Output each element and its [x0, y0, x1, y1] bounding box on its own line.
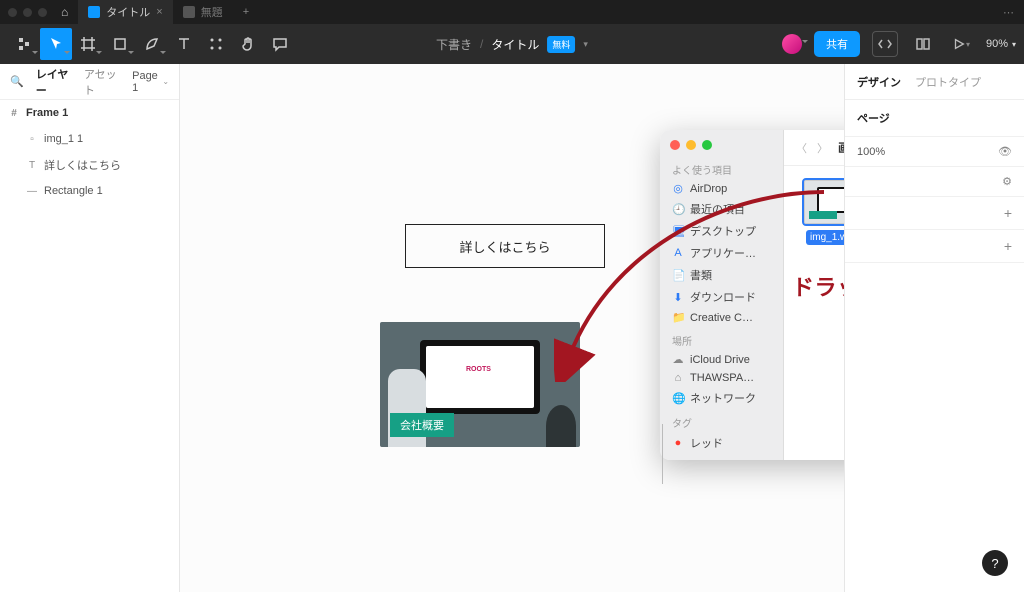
image-layer-icon: ▫ — [26, 133, 38, 145]
help-button[interactable]: ? — [982, 550, 1008, 576]
sidebar-item-icloud[interactable]: ☁iCloud Drive — [660, 350, 783, 369]
sidebar-section-places: 場所 — [660, 327, 783, 350]
move-tool[interactable] — [40, 28, 72, 60]
window-controls[interactable] — [8, 8, 47, 17]
back-button[interactable]: 〈 — [796, 140, 807, 156]
resources-tool[interactable] — [200, 28, 232, 60]
dev-mode-toggle[interactable] — [872, 31, 898, 57]
canvas[interactable]: 詳しくはこちら ROOTS 会社概要 ドラッグ&ドロップ よく使う項目 ◎Air… — [180, 64, 844, 592]
figma-file-icon — [183, 6, 195, 18]
assets-tab[interactable]: アセット — [84, 66, 120, 98]
plus-icon[interactable]: + — [1004, 238, 1012, 254]
plus-icon[interactable]: + — [1004, 205, 1012, 221]
sidebar-item-documents[interactable]: 📄書類 — [660, 264, 783, 286]
frame-tool[interactable] — [72, 28, 104, 60]
file-name: img_1.webp — [806, 230, 844, 245]
sidebar-item-applications[interactable]: Aアプリケー… — [660, 242, 783, 264]
text-tool[interactable] — [168, 28, 200, 60]
sidebar-section-tags: タグ — [660, 409, 783, 432]
sliders-icon[interactable]: ⚙ — [1002, 175, 1012, 188]
file-item[interactable]: img_1.webp — [798, 180, 844, 245]
add-section-row-2[interactable]: + — [845, 230, 1024, 263]
toolbar: 下書き / タイトル 無料 ▾ 共有 ▾ 90%▾ — [0, 24, 1024, 64]
settings-row[interactable]: ⚙ — [845, 167, 1024, 197]
sidebar-item-creative[interactable]: 📁Creative C… — [660, 308, 783, 327]
rect-layer-icon: — — [26, 185, 38, 197]
photo-label: 会社概要 — [390, 413, 454, 437]
main-menu-button[interactable] — [8, 28, 40, 60]
annotation-text: ドラッグ&ドロップ — [792, 270, 844, 302]
file-title: タイトル — [491, 36, 539, 53]
document-title-area[interactable]: 下書き / タイトル 無料 ▾ — [436, 36, 588, 53]
sidebar-item-thawspa[interactable]: ⌂THAWSPA… — [660, 369, 783, 387]
zoom-control[interactable]: 90%▾ — [986, 38, 1016, 50]
scroll-indicator — [662, 424, 663, 484]
layers-tab[interactable]: レイヤー — [36, 66, 72, 98]
free-badge: 無料 — [547, 36, 575, 53]
finder-window-controls[interactable] — [670, 140, 712, 150]
new-tab-button[interactable]: + — [233, 6, 259, 18]
sidebar-item-airdrop[interactable]: ◎AirDrop — [660, 179, 783, 198]
comment-tool[interactable] — [264, 28, 296, 60]
finder-sidebar: よく使う項目 ◎AirDrop 🕘最近の項目 🖥デスクトップ Aアプリケー… 📄… — [660, 130, 784, 460]
sidebar-item-tag-red[interactable]: ●レッド — [660, 432, 783, 454]
tab-title[interactable]: タイトル × — [78, 0, 172, 24]
share-button[interactable]: 共有 — [814, 31, 860, 57]
layer-rectangle[interactable]: — Rectangle 1 — [0, 178, 179, 204]
finder-titlebar: 〈 〉 画像 ▦ ⌄ ☰ ⌄ » 🔍 — [784, 130, 844, 166]
tab-untitled[interactable]: 無題 — [173, 0, 233, 24]
file-thumbnail — [804, 180, 844, 224]
chevron-down-icon[interactable]: ▾ — [583, 39, 588, 50]
library-icon[interactable] — [910, 31, 936, 57]
sidebar-item-desktop[interactable]: 🖥デスクトップ — [660, 220, 783, 242]
draft-label: 下書き — [436, 36, 472, 53]
text-layer-icon: T — [26, 159, 38, 171]
sidebar-item-recent[interactable]: 🕘最近の項目 — [660, 198, 783, 220]
shape-tool[interactable] — [104, 28, 136, 60]
home-icon[interactable]: ⌂ — [61, 5, 68, 19]
figma-file-icon — [88, 6, 100, 18]
avatar[interactable] — [782, 34, 802, 54]
design-panel: デザイン プロトタイプ ページ 100% 👁 ⚙ + + — [844, 64, 1024, 592]
window-tab-bar: ⌂ タイトル × 無題 + ⋯ — [0, 0, 1024, 24]
layer-text[interactable]: T 詳しくはこちら — [0, 152, 179, 178]
photo-element[interactable]: ROOTS 会社概要 — [380, 322, 580, 447]
page-section-header: ページ — [845, 100, 1024, 137]
sidebar-item-network[interactable]: 🌐ネットワーク — [660, 387, 783, 409]
layers-panel: 🔍 レイヤー アセット Page 1⌄ # Frame 1 ▫ img_1 1 … — [0, 64, 180, 592]
layer-frame[interactable]: # Frame 1 — [0, 100, 179, 126]
layer-image[interactable]: ▫ img_1 1 — [0, 126, 179, 152]
hand-tool[interactable] — [232, 28, 264, 60]
opacity-row[interactable]: 100% 👁 — [845, 137, 1024, 167]
pen-tool[interactable] — [136, 28, 168, 60]
frame-icon: # — [8, 107, 20, 119]
page-selector[interactable]: Page 1⌄ — [132, 70, 169, 94]
close-icon[interactable]: × — [156, 6, 162, 18]
search-icon[interactable]: 🔍 — [10, 75, 24, 88]
add-section-row-1[interactable]: + — [845, 197, 1024, 230]
sidebar-item-downloads[interactable]: ⬇ダウンロード — [660, 286, 783, 308]
tab-label: 無題 — [201, 4, 223, 20]
visibility-icon[interactable]: 👁 — [998, 145, 1012, 158]
overflow-menu-icon[interactable]: ⋯ — [1003, 6, 1016, 19]
prototype-tab[interactable]: プロトタイプ — [915, 74, 981, 90]
present-button[interactable]: ▾ — [948, 31, 974, 57]
finder-file-grid: img_1.webp img_2.webp img_3.webp — [784, 166, 844, 460]
cta-button-element[interactable]: 詳しくはこちら — [405, 224, 605, 268]
sidebar-section-favorites: よく使う項目 — [660, 156, 783, 179]
tab-label: タイトル — [106, 4, 150, 20]
design-tab[interactable]: デザイン — [857, 74, 901, 90]
photo-logo: ROOTS — [466, 366, 491, 373]
forward-button[interactable]: 〉 — [817, 140, 828, 156]
